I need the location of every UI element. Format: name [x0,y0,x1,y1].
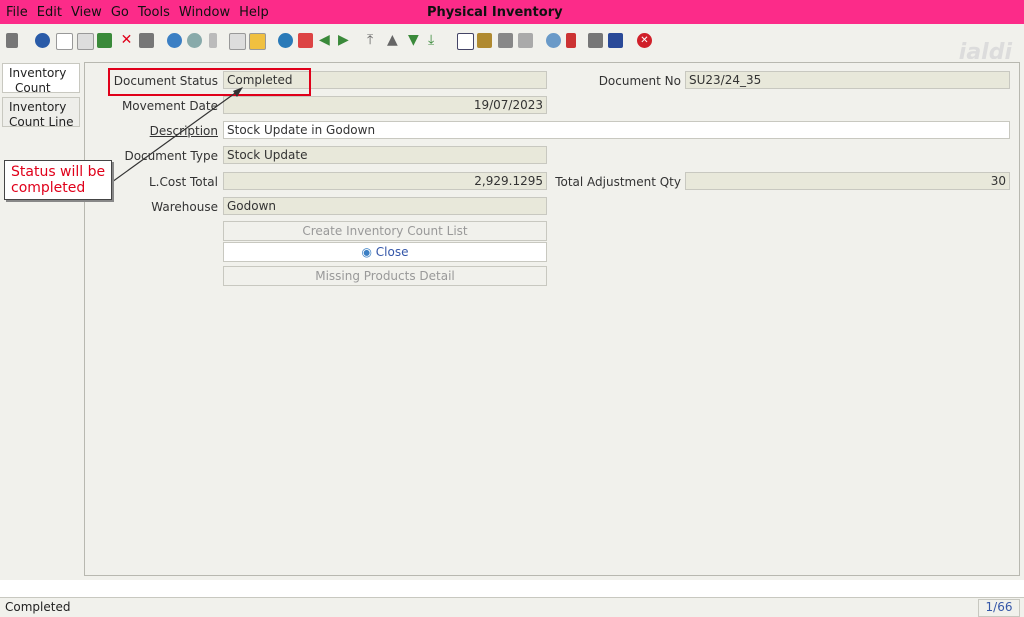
record-counter[interactable]: 1/66 [978,599,1020,617]
status-text: Completed [5,600,71,614]
annotation-line2: completed [11,180,86,196]
annotation-line1: Status will be [11,164,106,180]
annotation-callout: Status will be completed [4,160,112,200]
annotation-arrow [111,87,243,183]
status-bar: Completed 1/66 [0,597,1024,617]
